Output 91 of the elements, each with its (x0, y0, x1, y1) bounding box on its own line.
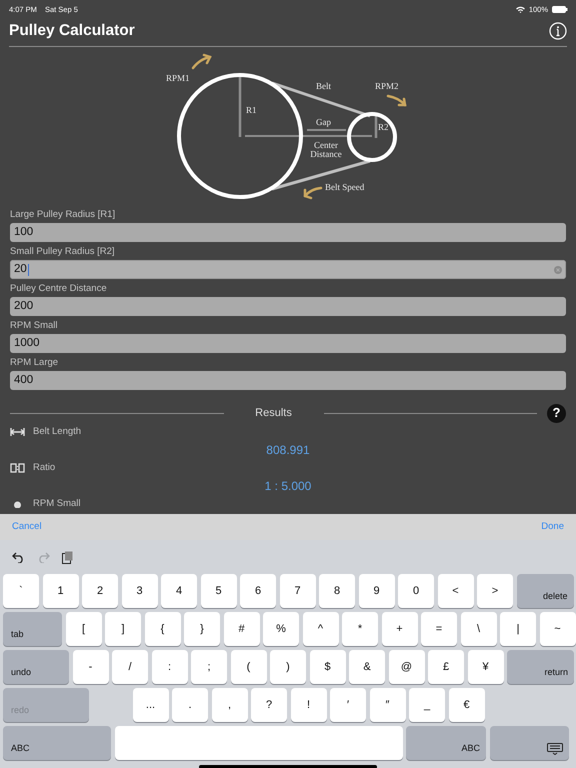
diagram-label: Gap (316, 117, 331, 127)
input-field[interactable]: 200 (10, 297, 566, 316)
rotation-arrow (386, 94, 406, 106)
ratio-icon (10, 463, 25, 473)
key[interactable]: * (342, 612, 378, 646)
key[interactable]: ~ (540, 612, 576, 646)
key[interactable]: . (172, 688, 208, 722)
key[interactable]: 5 (200, 574, 236, 608)
result-label: Ratio (33, 460, 56, 475)
key[interactable]: ¥ (468, 650, 504, 684)
field-label: RPM Small (10, 319, 59, 333)
key[interactable]: # (224, 612, 260, 646)
diagram-label: R1 (246, 105, 257, 115)
key[interactable]: tab (3, 612, 62, 646)
key[interactable]: 3 (122, 574, 158, 608)
key[interactable]: @ (388, 650, 424, 684)
key[interactable]: ! (290, 688, 326, 722)
keyboard-dismiss-key[interactable] (490, 726, 568, 760)
diagram-label: Distance (310, 149, 342, 159)
input-field[interactable]: 20 (10, 260, 566, 279)
key[interactable]: ? (251, 688, 287, 722)
diagram-label: Belt (316, 81, 331, 91)
battery-icon (552, 6, 568, 13)
key[interactable]: ; (191, 650, 227, 684)
rotation-arrow (304, 186, 322, 200)
key[interactable]: undo (3, 650, 69, 684)
key[interactable]: = (421, 612, 457, 646)
key[interactable]: + (382, 612, 418, 646)
key[interactable]: { (144, 612, 180, 646)
app-title: Pulley Calculator (9, 21, 135, 42)
key[interactable]: / (112, 650, 148, 684)
key[interactable]: ″ (370, 688, 406, 722)
help-button[interactable]: ? (547, 404, 566, 422)
rotation-arrow (192, 54, 212, 70)
key[interactable]: € (448, 688, 484, 722)
result-label: RPM Small (33, 496, 81, 511)
field-label: Pulley Centre Distance (10, 282, 108, 296)
key[interactable]: 4 (161, 574, 197, 608)
key[interactable]: & (349, 650, 385, 684)
key[interactable]: 1 (42, 574, 78, 608)
input-field[interactable]: 1000 (10, 334, 566, 353)
key[interactable]: ^ (302, 612, 338, 646)
key[interactable]: % (263, 612, 299, 646)
result-value: 1 : 5.000 (264, 479, 312, 493)
key[interactable]: 6 (240, 574, 276, 608)
result-value: 808.991 (266, 443, 310, 457)
diagram-label: RPM1 (166, 73, 190, 83)
key[interactable]: \ (460, 612, 496, 646)
undo-icon[interactable] (12, 552, 25, 562)
key[interactable]: 0 (398, 574, 434, 608)
results-heading: Results (254, 406, 293, 421)
key[interactable]: } (184, 612, 220, 646)
input-field[interactable]: 100 (10, 223, 566, 242)
result-label: Belt Length (33, 424, 82, 439)
key[interactable]: 7 (280, 574, 316, 608)
keyboard-icon (546, 743, 562, 755)
key[interactable]: 2 (82, 574, 118, 608)
clipboard-icon[interactable] (62, 550, 73, 564)
key[interactable]: : (152, 650, 188, 684)
input-field[interactable]: 400 (10, 371, 566, 390)
key[interactable]: ′ (330, 688, 366, 722)
diagram-label: Belt Speed (325, 182, 364, 192)
wifi-icon (516, 6, 525, 13)
key[interactable]: , (212, 688, 248, 722)
diagram-label: RPM2 (375, 81, 399, 91)
key[interactable]: return (507, 650, 574, 684)
key[interactable]: ] (105, 612, 141, 646)
key[interactable]: ( (230, 650, 266, 684)
field-label: RPM Large (10, 356, 60, 370)
info-icon[interactable] (549, 22, 567, 40)
key[interactable]: ABC (406, 726, 486, 760)
key[interactable]: 9 (358, 574, 394, 608)
key[interactable]: ` (3, 574, 39, 608)
key[interactable]: > (477, 574, 513, 608)
key[interactable]: ) (270, 650, 306, 684)
key[interactable]: ... (132, 688, 168, 722)
diagram-label: R2 (378, 122, 389, 132)
key[interactable]: £ (428, 650, 464, 684)
length-icon (10, 428, 25, 436)
key[interactable]: $ (310, 650, 346, 684)
field-label: Large Pulley Radius [R1] (10, 208, 116, 222)
key[interactable]: - (72, 650, 108, 684)
key[interactable]: | (500, 612, 536, 646)
key[interactable]: delete (516, 574, 574, 608)
key[interactable]: [ (66, 612, 102, 646)
key[interactable]: ABC (3, 726, 111, 760)
key[interactable]: 8 (319, 574, 355, 608)
field-label: Small Pulley Radius [R2] (10, 245, 116, 259)
diagram-label: Center (314, 140, 338, 150)
key[interactable]: _ (409, 688, 445, 722)
key[interactable]: < (438, 574, 474, 608)
